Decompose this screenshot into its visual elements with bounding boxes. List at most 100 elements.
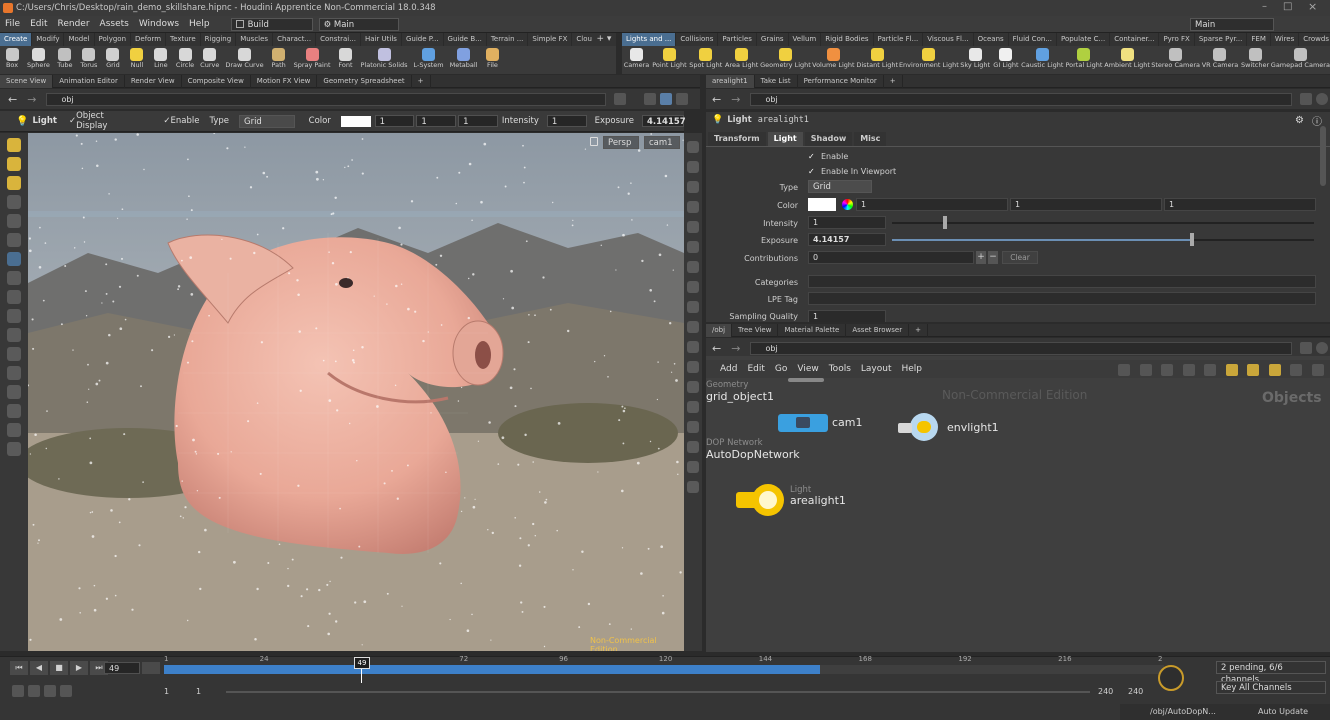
handle-icon[interactable] bbox=[7, 214, 21, 228]
add-tab-button[interactable]: + bbox=[884, 74, 903, 88]
shelf-tool-stereo-camera[interactable]: Stereo Camera bbox=[1151, 46, 1201, 74]
stop-button[interactable]: ■ bbox=[50, 661, 68, 675]
exposure-field[interactable]: 4.14157 bbox=[641, 115, 686, 127]
net-menu-go[interactable]: Go bbox=[775, 364, 787, 374]
enable-viewport-param[interactable]: ✓ Enable In Viewport bbox=[808, 167, 896, 176]
shelf-tab[interactable]: Container... bbox=[1110, 33, 1160, 46]
contributions-field[interactable]: 0 bbox=[808, 251, 974, 264]
shelf-tool-spot-light[interactable]: Spot Light bbox=[688, 46, 724, 74]
shelf-tool-font[interactable]: Font bbox=[334, 46, 358, 74]
envlight1-node-name[interactable]: envlight1 bbox=[947, 421, 999, 434]
shelf-tab[interactable]: Model bbox=[64, 33, 95, 46]
pane-tab[interactable]: Motion FX View bbox=[251, 74, 318, 88]
desktop-select[interactable]: Build bbox=[230, 17, 313, 31]
categories-field[interactable] bbox=[808, 275, 1316, 288]
pane-tab[interactable]: Material Palette bbox=[778, 323, 847, 337]
color-wheel-icon[interactable] bbox=[842, 199, 853, 210]
pane-tab[interactable]: /obj bbox=[706, 323, 733, 337]
add-tab-button[interactable]: + bbox=[909, 323, 928, 337]
pane-tab[interactable]: Composite View bbox=[182, 74, 251, 88]
param-tab-light[interactable]: Light bbox=[767, 132, 803, 146]
enable-param[interactable]: ✓ Enable bbox=[808, 152, 848, 161]
menu-file[interactable]: File bbox=[0, 16, 25, 33]
current-frame-field[interactable]: 49 bbox=[104, 662, 140, 674]
shelf-tool-point-light[interactable]: Point Light bbox=[651, 46, 688, 74]
shelf-tool-volume-light[interactable]: Volume Light bbox=[811, 46, 855, 74]
scene-viewport[interactable]: Persp cam1 Non-Commercial Edition bbox=[28, 133, 684, 651]
net-menu-layout[interactable]: Layout bbox=[861, 364, 892, 374]
pane-tab[interactable]: Scene View bbox=[0, 74, 54, 88]
net-menu-view[interactable]: View bbox=[797, 364, 818, 374]
back-arrow-icon[interactable]: ← bbox=[712, 93, 721, 106]
close-button[interactable]: × bbox=[1308, 1, 1318, 13]
arealight1-node-name[interactable]: arealight1 bbox=[790, 494, 846, 507]
viewport-display-option-icon[interactable] bbox=[687, 181, 699, 193]
grid-icon[interactable] bbox=[1182, 364, 1195, 376]
shelf-tool-metaball[interactable]: Metaball bbox=[447, 46, 481, 74]
menu-render[interactable]: Render bbox=[53, 16, 95, 33]
viewport-display-option-icon[interactable] bbox=[687, 261, 699, 273]
network-editor[interactable]: Add Edit Go View Tools Layout Help Non-Commerc… bbox=[706, 356, 1330, 652]
shelf-tab[interactable]: Deform bbox=[131, 33, 167, 46]
viewport-display-option-icon[interactable] bbox=[687, 381, 699, 393]
viewport-display-option-icon[interactable] bbox=[687, 281, 699, 293]
timeline-track[interactable] bbox=[164, 665, 1164, 674]
shelf-tool-grid[interactable]: Grid bbox=[101, 46, 125, 74]
lpe-tag-field[interactable] bbox=[808, 292, 1316, 305]
pose-icon[interactable] bbox=[7, 233, 21, 247]
shelf-tab[interactable]: Hair Utils bbox=[361, 33, 402, 46]
arealight1-node[interactable] bbox=[736, 484, 788, 518]
shelf-tab[interactable]: Polygon bbox=[95, 33, 132, 46]
color-r-field[interactable]: 1 bbox=[856, 198, 1008, 211]
gear-icon[interactable]: ⚙ bbox=[1295, 115, 1304, 126]
shelf-tool-portal-light[interactable]: Portal Light bbox=[1064, 46, 1103, 74]
shelf-tab[interactable]: Modify bbox=[32, 33, 65, 46]
help-icon[interactable] bbox=[1316, 342, 1328, 354]
viewport-display-option-icon[interactable] bbox=[687, 201, 699, 213]
pane-tab[interactable]: Tree View bbox=[732, 323, 779, 337]
cam1-node[interactable] bbox=[778, 414, 828, 432]
lock-icon[interactable] bbox=[590, 137, 598, 146]
cam1-node-name[interactable]: cam1 bbox=[832, 416, 863, 429]
shelf-tab[interactable]: Simple FX bbox=[528, 33, 573, 46]
playback-start-field[interactable]: 1 bbox=[196, 687, 201, 696]
color-b-field[interactable]: 1 bbox=[1164, 198, 1316, 211]
exposure-slider-handle[interactable] bbox=[1189, 233, 1194, 246]
menu-help[interactable]: Help bbox=[184, 16, 215, 33]
shelf-tool-distant-light[interactable]: Distant Light bbox=[855, 46, 899, 74]
shelf-tab[interactable]: Particles bbox=[718, 33, 757, 46]
color-swatch[interactable] bbox=[340, 115, 371, 127]
snap-icon[interactable] bbox=[7, 290, 21, 304]
shelf-tool-sphere[interactable]: Sphere bbox=[24, 46, 53, 74]
range-end-field[interactable]: 240 bbox=[1098, 687, 1113, 696]
viewport-display-option-icon[interactable] bbox=[687, 421, 699, 433]
tree-icon[interactable] bbox=[1139, 364, 1152, 376]
right-path-field[interactable]: obj bbox=[750, 92, 1293, 106]
shelf-tool-tube[interactable]: Tube bbox=[53, 46, 77, 74]
shelf-tab[interactable]: Viscous Fl... bbox=[923, 33, 974, 46]
forward-arrow-icon[interactable]: → bbox=[731, 342, 740, 355]
shelf-tool-path[interactable]: Path bbox=[267, 46, 291, 74]
left-path-field[interactable]: obj bbox=[46, 92, 607, 106]
intensity-slider-track[interactable] bbox=[892, 222, 1314, 224]
realtime-icon[interactable] bbox=[12, 685, 24, 697]
scale-icon[interactable] bbox=[7, 195, 21, 209]
pin-icon[interactable] bbox=[614, 93, 627, 105]
geometry-node-stub[interactable] bbox=[788, 378, 824, 382]
menu-icon[interactable] bbox=[676, 93, 689, 105]
jump-start-button[interactable]: ⏮ bbox=[10, 661, 28, 675]
forward-arrow-icon[interactable]: → bbox=[27, 93, 36, 106]
exposure-field[interactable]: 4.14157 bbox=[808, 233, 886, 246]
list-icon[interactable] bbox=[1161, 364, 1174, 376]
net-menu-help[interactable]: Help bbox=[902, 364, 923, 374]
viewport-display-option-icon[interactable] bbox=[687, 341, 699, 353]
loop-icon[interactable] bbox=[44, 685, 56, 697]
shelf-tab[interactable]: Create bbox=[0, 33, 33, 46]
pane-tab[interactable]: Geometry Spreadsheet bbox=[317, 74, 412, 88]
shelf-tab[interactable]: Particle Fl... bbox=[874, 33, 924, 46]
playback-end-field[interactable]: 240 bbox=[1128, 687, 1143, 696]
dop-node-name[interactable]: AutoDopNetwork bbox=[706, 448, 800, 461]
viewport-display-option-icon[interactable] bbox=[687, 321, 699, 333]
shelf-tab[interactable]: Vellum bbox=[789, 33, 822, 46]
shelf-tab[interactable]: Constrai... bbox=[316, 33, 361, 46]
